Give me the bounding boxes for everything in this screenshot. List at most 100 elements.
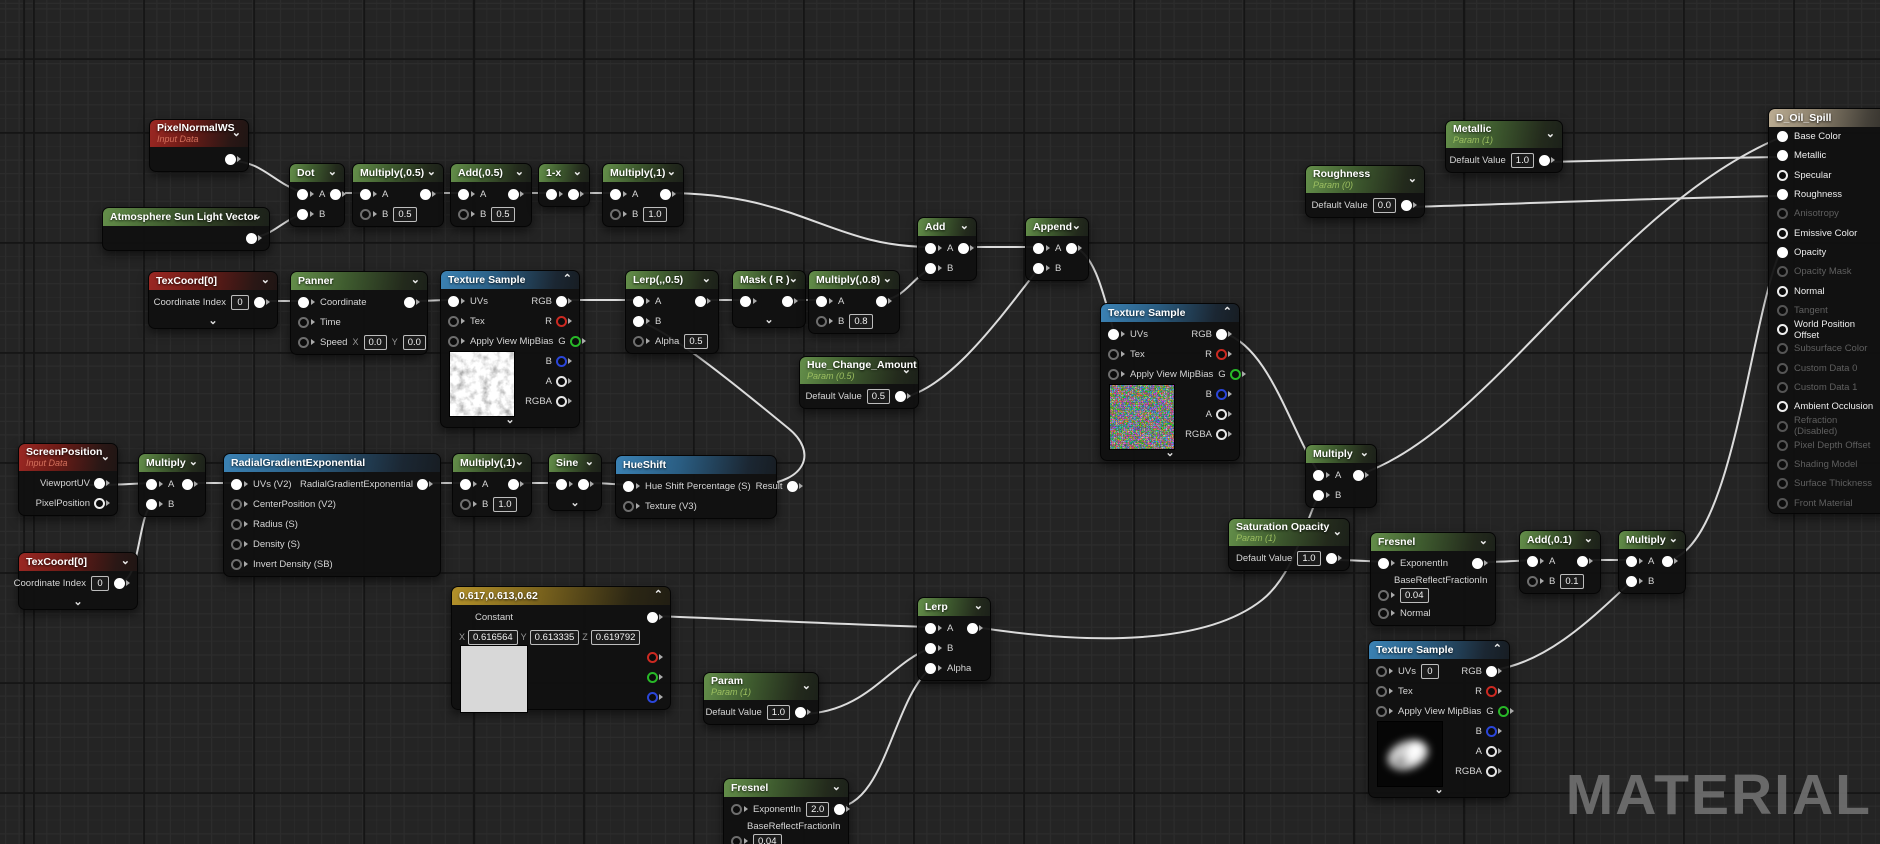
input-pin[interactable] bbox=[1777, 401, 1788, 413]
node-texture-sample-1[interactable]: Texture Sample ⌃ UVs RGB Tex R Apply View MipB… bbox=[440, 270, 586, 428]
value-box[interactable]: 1.0 bbox=[1510, 152, 1534, 168]
output-pin-b[interactable] bbox=[1486, 725, 1497, 737]
output-pin[interactable] bbox=[508, 478, 519, 490]
input-pin[interactable] bbox=[623, 500, 634, 512]
output-pin-rgba[interactable] bbox=[556, 395, 567, 407]
output-pin[interactable] bbox=[246, 232, 257, 244]
chevron-down-icon[interactable]: ⌄ bbox=[955, 221, 969, 232]
input-pin[interactable] bbox=[1777, 131, 1788, 143]
chevron-down-icon[interactable]: ⌄ bbox=[96, 451, 110, 462]
input-pin[interactable] bbox=[1777, 208, 1788, 220]
chevron-down-icon[interactable]: ⌄ bbox=[422, 167, 436, 178]
node-sine[interactable]: Sine ⌄ ⌄ bbox=[548, 453, 602, 511]
input-pin[interactable] bbox=[1777, 150, 1788, 162]
node-hue-shift[interactable]: HueShift Hue Shift Percentage (S) Result Te… bbox=[615, 455, 803, 519]
input-pin[interactable] bbox=[360, 188, 371, 200]
input-pin[interactable] bbox=[1527, 555, 1538, 567]
node-lerp-bottom[interactable]: Lerp ⌄ A B Alpha bbox=[917, 597, 991, 681]
value-box[interactable]: 0 bbox=[231, 294, 249, 310]
node-fresnel-right[interactable]: Fresnel ⌄ ExponentIn BaseReflectFractionIn 0… bbox=[1370, 532, 1496, 626]
input-pin[interactable] bbox=[1108, 368, 1119, 380]
value-box[interactable]: 0.5 bbox=[684, 333, 708, 349]
input-pin[interactable] bbox=[816, 295, 827, 307]
wire[interactable] bbox=[1493, 580, 1633, 671]
chevron-down-icon[interactable]: ⌄ bbox=[1541, 128, 1555, 139]
input-pin[interactable] bbox=[1626, 555, 1637, 567]
input-pin[interactable] bbox=[1527, 575, 1538, 587]
input-pin[interactable] bbox=[1777, 420, 1788, 432]
output-pin[interactable] bbox=[225, 153, 236, 165]
chevron-down-icon[interactable]: ⌄ bbox=[1328, 526, 1342, 537]
input-pin[interactable] bbox=[1777, 478, 1788, 490]
value-box[interactable]: 0.1 bbox=[1560, 573, 1584, 589]
output-pin[interactable] bbox=[417, 478, 428, 490]
input-pin[interactable] bbox=[1777, 169, 1788, 181]
output-pin-r[interactable] bbox=[1486, 685, 1497, 697]
input-pin[interactable] bbox=[1313, 489, 1324, 501]
value-box[interactable]: 1.0 bbox=[1297, 550, 1321, 566]
node-multiply-1-top[interactable]: Multiply(,1) ⌄ A B 1.0 bbox=[602, 163, 684, 227]
output-pin[interactable] bbox=[967, 622, 978, 634]
output-pin[interactable] bbox=[1326, 552, 1337, 564]
chevron-down-icon[interactable]: ⌄ bbox=[827, 782, 841, 793]
input-pin[interactable] bbox=[458, 188, 469, 200]
input-pin[interactable] bbox=[448, 295, 459, 307]
chevron-down-icon[interactable]: ⌄ bbox=[697, 274, 711, 285]
output-pin[interactable] bbox=[254, 296, 265, 308]
output-pin[interactable] bbox=[568, 188, 579, 200]
output-pin-rgba[interactable] bbox=[1216, 428, 1227, 440]
input-pin[interactable] bbox=[1777, 246, 1788, 258]
output-pin-g[interactable] bbox=[569, 335, 581, 347]
output-pin-b[interactable] bbox=[1216, 388, 1227, 400]
input-pin[interactable] bbox=[231, 518, 242, 530]
chevron-down-icon[interactable]: ⌄ bbox=[549, 496, 601, 510]
chevron-down-icon[interactable]: ⌄ bbox=[897, 364, 911, 375]
chevron-down-icon[interactable]: ⌄ bbox=[1403, 173, 1417, 184]
input-pin[interactable] bbox=[731, 835, 742, 844]
input-pin[interactable] bbox=[740, 295, 751, 307]
node-multiply-0-8[interactable]: Multiply(,0.8) ⌄ A B 0.8 bbox=[808, 270, 900, 334]
input-pin[interactable] bbox=[1108, 348, 1119, 360]
input-pin[interactable] bbox=[1777, 285, 1788, 297]
output-pin[interactable] bbox=[1401, 199, 1412, 211]
output-pin[interactable] bbox=[94, 497, 105, 509]
chevron-down-icon[interactable]: ⌄ bbox=[256, 275, 270, 286]
node-atmosphere-sun-light-vector[interactable]: Atmosphere Sun Light Vector ⌄ bbox=[102, 207, 270, 251]
output-pin[interactable] bbox=[1066, 242, 1078, 254]
input-pin[interactable] bbox=[1777, 497, 1788, 509]
chevron-down-icon[interactable]: ⌄ bbox=[510, 457, 524, 468]
input-pin[interactable] bbox=[731, 803, 742, 815]
node-panner[interactable]: Panner ⌄ Coordinate Time Speed X 0.0 Y 0.0 bbox=[290, 271, 428, 355]
value-box[interactable]: 0.5 bbox=[866, 388, 890, 404]
chevron-down-icon[interactable]: ⌄ bbox=[116, 556, 130, 567]
output-pin[interactable] bbox=[578, 478, 589, 490]
chevron-down-icon[interactable]: ⌄ bbox=[406, 275, 420, 286]
input-pin[interactable] bbox=[297, 188, 308, 200]
value-box[interactable]: 0.04 bbox=[753, 833, 782, 844]
chevron-down-icon[interactable]: ⌄ bbox=[248, 211, 262, 222]
chevron-down-icon[interactable]: ⌄ bbox=[784, 274, 798, 285]
input-pin[interactable] bbox=[1777, 266, 1788, 278]
value-box[interactable]: 1.0 bbox=[766, 704, 790, 720]
output-pin-b[interactable] bbox=[647, 691, 658, 703]
value-box[interactable]: 0 bbox=[91, 575, 109, 591]
node-multiply-center[interactable]: Multiply ⌄ A B bbox=[1305, 444, 1377, 508]
output-pin[interactable] bbox=[876, 295, 887, 307]
input-pin[interactable] bbox=[925, 662, 936, 674]
input-pin[interactable] bbox=[1033, 262, 1044, 274]
input-pin[interactable] bbox=[1626, 575, 1637, 587]
chevron-down-icon[interactable]: ⌄ bbox=[227, 127, 241, 138]
output-pin[interactable] bbox=[1216, 328, 1227, 340]
chevron-down-icon[interactable]: ⌄ bbox=[969, 601, 983, 612]
node-mask-r[interactable]: Mask ( R ) ⌄ ⌄ bbox=[732, 270, 806, 328]
wire[interactable] bbox=[898, 267, 1040, 399]
output-pin-rgba[interactable] bbox=[1486, 765, 1497, 777]
wire[interactable] bbox=[1408, 195, 1780, 208]
input-pin[interactable] bbox=[633, 295, 644, 307]
node-add[interactable]: Add ⌄ A B bbox=[917, 217, 977, 281]
node-fresnel-bottom[interactable]: Fresnel ⌄ ExponentIn 2.0 BaseReflectFraction… bbox=[723, 778, 851, 844]
chevron-down-icon[interactable]: ⌄ bbox=[1664, 534, 1678, 545]
value-box[interactable]: 1.0 bbox=[643, 206, 667, 222]
output-pin[interactable] bbox=[895, 390, 906, 402]
node-metallic[interactable]: Metallic Param (1) ⌄ Default Value 1.0 bbox=[1445, 120, 1563, 173]
